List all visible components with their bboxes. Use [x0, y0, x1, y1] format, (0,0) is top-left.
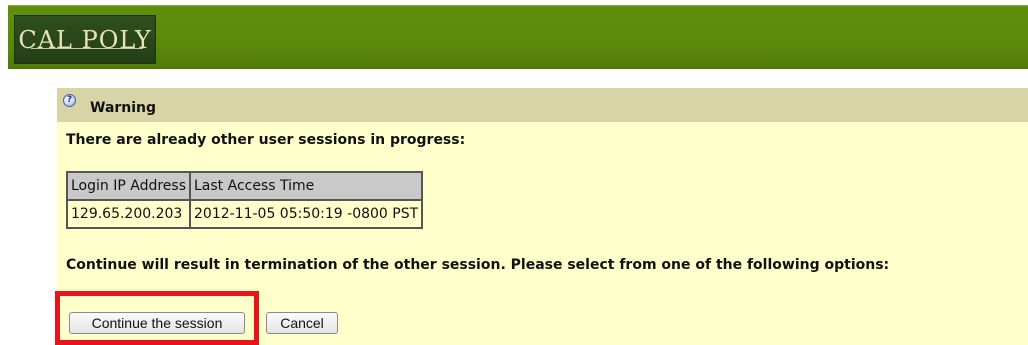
sessions-table: Login IP Address Last Access Time 129.65…: [66, 171, 424, 229]
table-row: 129.65.200.203 2012-11-05 05:50:19 -0800…: [66, 199, 424, 229]
question-icon: ?: [63, 94, 76, 107]
site-header: CAL POLY: [8, 5, 1028, 69]
logo-text: CAL POLY: [18, 25, 152, 54]
column-header-login-ip: Login IP Address: [66, 171, 191, 201]
cal-poly-logo[interactable]: CAL POLY: [14, 15, 156, 64]
termination-instruction: Continue will result in termination of t…: [66, 257, 890, 273]
logo-underline: [31, 48, 143, 49]
cell-last-access: 2012-11-05 05:50:19 -0800 PST: [188, 199, 424, 229]
table-header-row: Login IP Address Last Access Time: [66, 171, 424, 201]
highlight-box: [55, 291, 259, 345]
warning-header: ? Warning: [57, 88, 1028, 122]
warning-title: Warning: [90, 100, 157, 116]
cell-login-ip: 129.65.200.203: [66, 199, 191, 229]
sessions-message: There are already other user sessions in…: [66, 132, 466, 148]
cancel-button[interactable]: Cancel: [266, 312, 338, 334]
column-header-last-access: Last Access Time: [188, 171, 424, 201]
